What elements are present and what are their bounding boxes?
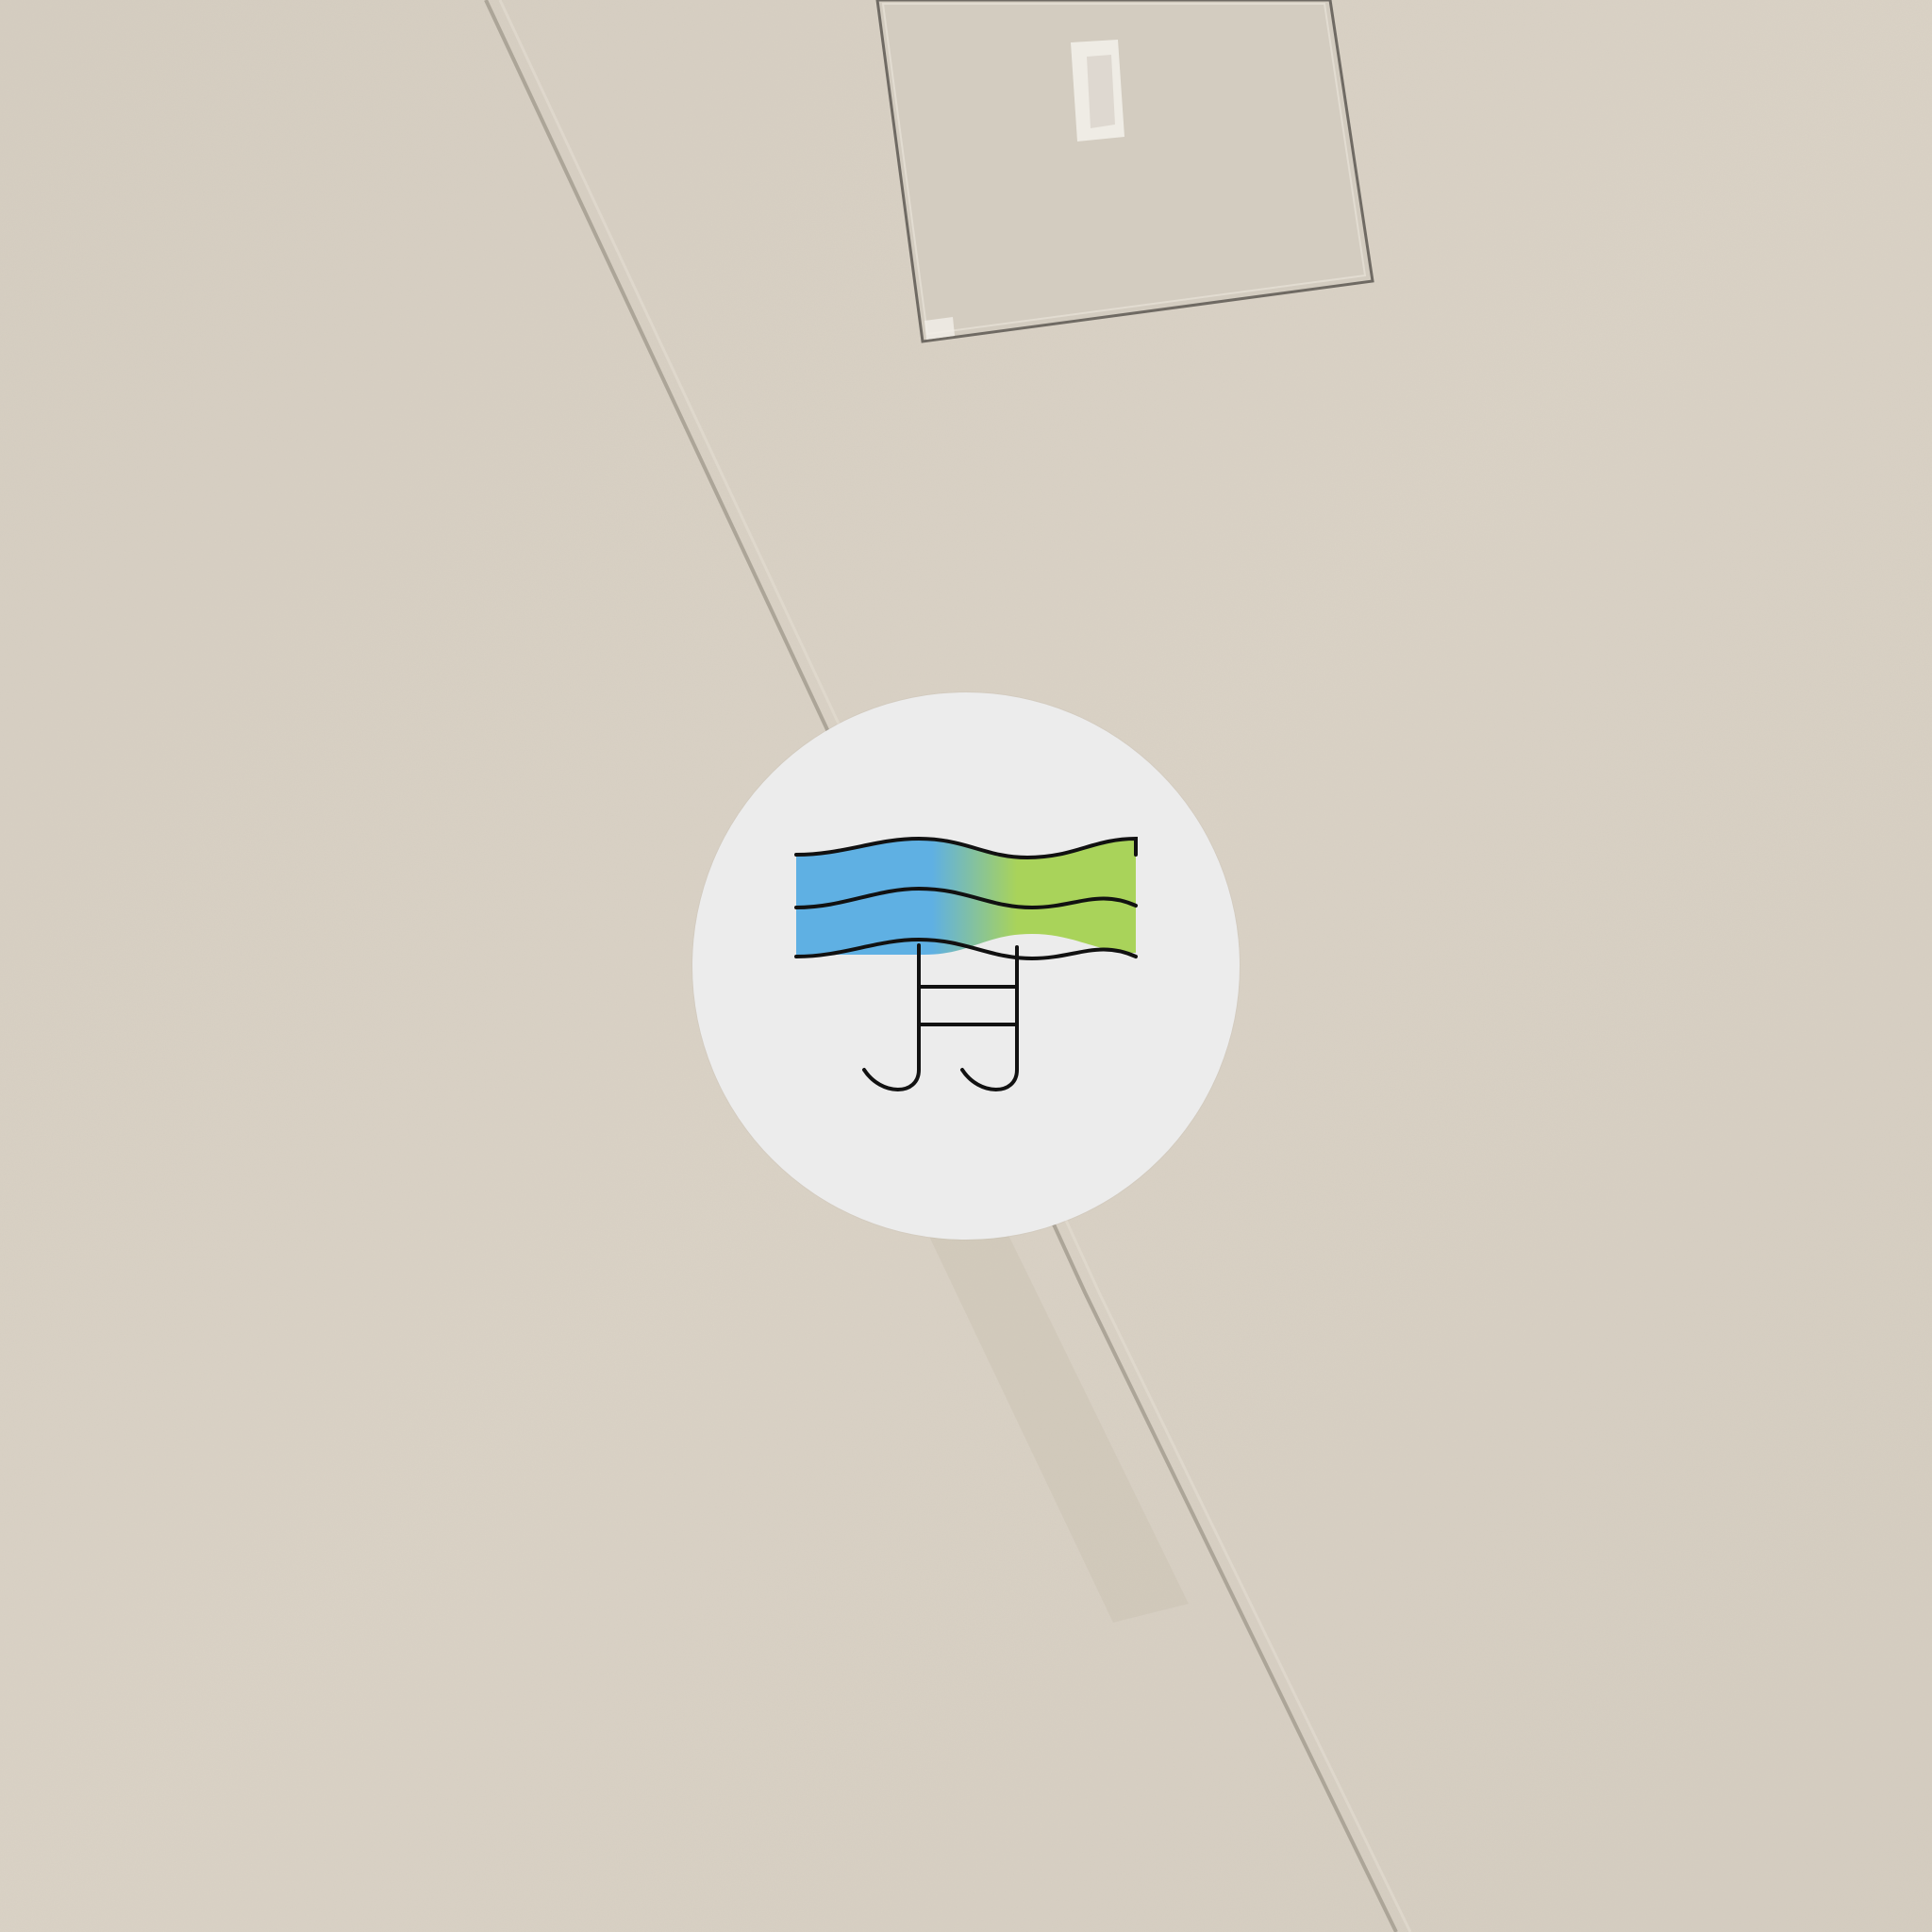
swimming-pool-icon xyxy=(794,836,1138,1091)
pool-marker[interactable] xyxy=(692,692,1240,1240)
satellite-map[interactable] xyxy=(0,0,1932,1932)
concrete-slab xyxy=(875,0,1374,343)
